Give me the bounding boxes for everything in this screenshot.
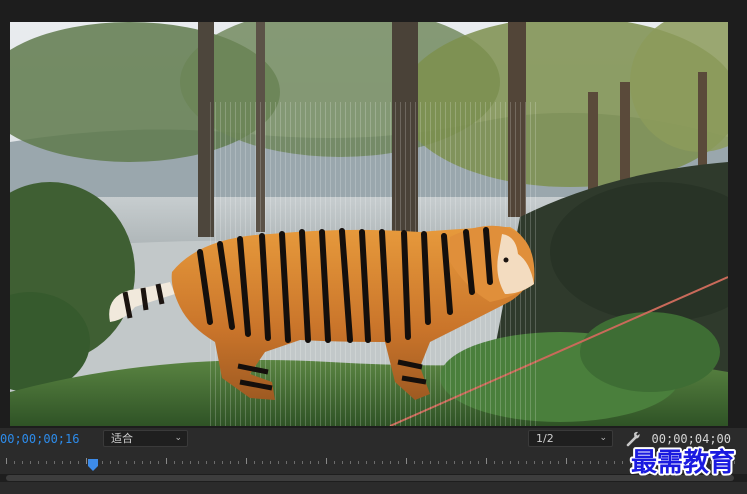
- ruler-tick: [622, 461, 623, 464]
- ruler-tick: [406, 458, 407, 464]
- ruler-tick: [182, 461, 183, 464]
- ruler-tick: [462, 461, 463, 464]
- ruler-tick: [542, 461, 543, 464]
- ruler-tick: [150, 461, 151, 464]
- ruler-tick: [566, 458, 567, 464]
- ruler-tick: [494, 461, 495, 464]
- ruler-tick: [478, 461, 479, 464]
- ruler-tick: [102, 461, 103, 464]
- video-preview[interactable]: [10, 22, 728, 426]
- ruler-tick: [126, 461, 127, 464]
- ruler-tick: [118, 461, 119, 464]
- ruler-tick: [598, 461, 599, 464]
- ruler-tick: [6, 458, 7, 464]
- ruler-tick: [62, 461, 63, 464]
- ruler-tick: [414, 461, 415, 464]
- playback-resolution-dropdown[interactable]: 1/2 ⌄: [528, 430, 613, 447]
- ruler-tick: [358, 461, 359, 464]
- ruler-tick: [246, 458, 247, 464]
- ruler-tick: [326, 458, 327, 464]
- video-frame-image: [10, 22, 728, 426]
- program-monitor: [0, 0, 747, 428]
- ruler-tick: [190, 461, 191, 464]
- ruler-tick: [454, 461, 455, 464]
- chevron-down-icon: ⌄: [174, 433, 182, 443]
- ruler-tick: [606, 461, 607, 464]
- ruler-tick: [518, 461, 519, 464]
- ruler-tick: [430, 461, 431, 464]
- ruler-tick: [510, 461, 511, 464]
- ruler-tick: [262, 461, 263, 464]
- watermark-text: 最需教育: [631, 447, 735, 478]
- ruler-tick: [206, 461, 207, 464]
- ruler-tick: [582, 461, 583, 464]
- playback-resolution-value: 1/2: [536, 432, 554, 445]
- ruler-tick: [198, 461, 199, 464]
- ruler-tick: [214, 461, 215, 464]
- ruler-tick: [310, 461, 311, 464]
- ruler-tick: [158, 461, 159, 464]
- playhead-marker-icon[interactable]: [87, 459, 99, 471]
- ruler-tick: [550, 461, 551, 464]
- ruler-tick: [470, 461, 471, 464]
- ruler-tick: [438, 461, 439, 464]
- ruler-tick: [502, 461, 503, 464]
- ruler-tick: [534, 461, 535, 464]
- chevron-down-icon: ⌄: [599, 433, 607, 443]
- ruler-tick: [46, 461, 47, 464]
- ruler-tick: [174, 461, 175, 464]
- ruler-tick: [134, 461, 135, 464]
- ruler-tick: [422, 461, 423, 464]
- ruler-tick: [526, 461, 527, 464]
- zoom-fit-value: 适合: [111, 432, 133, 445]
- ruler-tick: [110, 461, 111, 464]
- ruler-tick: [350, 461, 351, 464]
- ruler-tick: [238, 461, 239, 464]
- ruler-tick: [230, 461, 231, 464]
- ruler-tick: [286, 461, 287, 464]
- ruler-tick: [590, 461, 591, 464]
- ruler-tick: [334, 461, 335, 464]
- ruler-tick: [254, 461, 255, 464]
- ruler-tick: [222, 461, 223, 464]
- ruler-tick: [166, 458, 167, 464]
- ruler-tick: [374, 461, 375, 464]
- ruler-tick: [14, 461, 15, 464]
- ruler-tick: [398, 461, 399, 464]
- ruler-tick: [390, 461, 391, 464]
- zoom-fit-dropdown[interactable]: 适合 ⌄: [103, 430, 188, 447]
- ruler-tick: [486, 458, 487, 464]
- ruler-tick: [614, 461, 615, 464]
- ruler-tick: [382, 461, 383, 464]
- ruler-tick: [574, 461, 575, 464]
- ruler-tick: [22, 461, 23, 464]
- ruler-tick: [342, 461, 343, 464]
- ruler-tick: [294, 461, 295, 464]
- watermark-logo: 最需教育 最需教育: [629, 445, 737, 478]
- ruler-tick: [78, 461, 79, 464]
- playhead-timecode[interactable]: 00;00;00;16: [0, 431, 79, 447]
- ruler-tick: [366, 461, 367, 464]
- ruler-tick: [70, 461, 71, 464]
- ruler-tick: [38, 461, 39, 464]
- ruler-tick: [278, 461, 279, 464]
- ruler-tick: [270, 461, 271, 464]
- ruler-tick: [558, 461, 559, 464]
- ruler-tick: [302, 461, 303, 464]
- ruler-tick: [318, 461, 319, 464]
- ruler-tick: [30, 461, 31, 464]
- ruler-tick: [54, 461, 55, 464]
- ruler-tick: [446, 461, 447, 464]
- ruler-tick: [142, 461, 143, 464]
